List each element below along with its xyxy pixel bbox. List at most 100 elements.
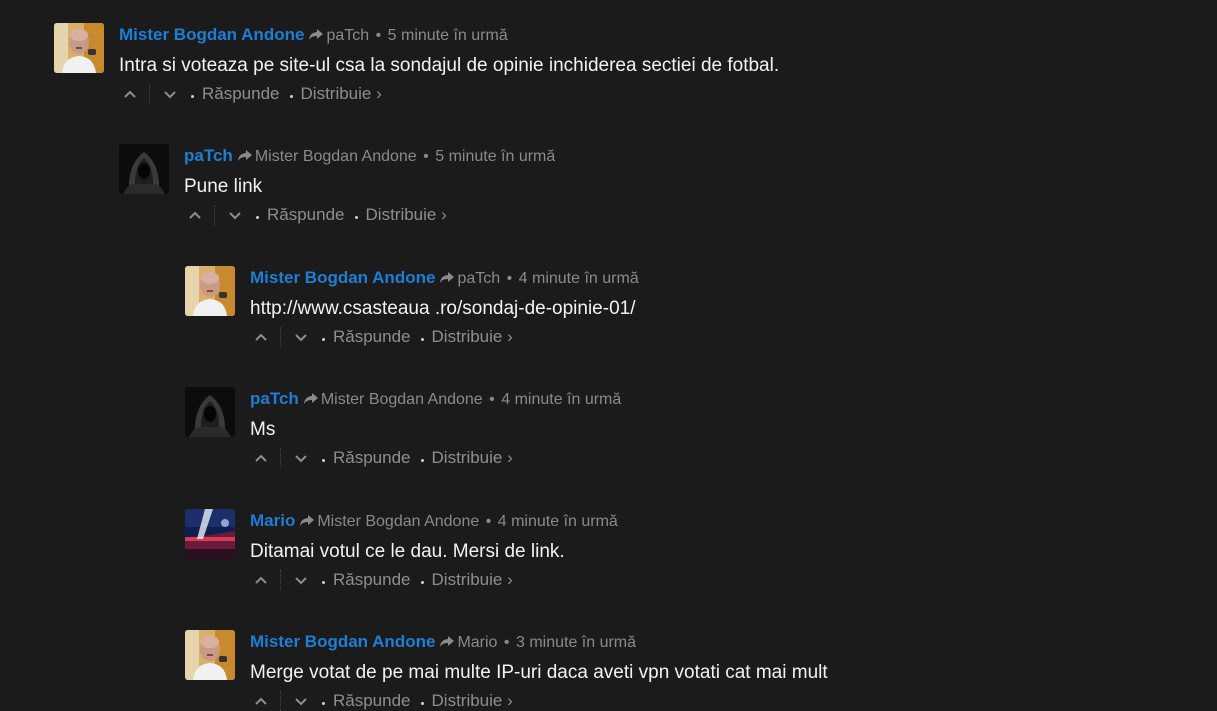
author-name[interactable]: paTch	[250, 389, 299, 408]
chevron-down-icon	[293, 572, 309, 588]
parent-author[interactable]: paTch	[457, 270, 500, 287]
author-name[interactable]: Mister Bogdan Andone	[250, 268, 435, 287]
separator-dot	[289, 94, 293, 98]
avatar[interactable]	[185, 509, 235, 559]
share-arrow-icon	[308, 26, 324, 42]
timestamp[interactable]: 5 minute în urmă	[388, 27, 508, 44]
vote-divider	[280, 327, 282, 347]
reply-button[interactable]: Răspunde	[333, 326, 411, 348]
comment-actions: Răspunde Distribuie ›	[184, 204, 1084, 226]
reply-button[interactable]: Răspunde	[202, 83, 280, 105]
reply-button[interactable]: Răspunde	[333, 569, 411, 591]
share-button[interactable]: Distribuie ›	[432, 447, 513, 469]
separator-dot	[420, 701, 424, 705]
parent-author[interactable]: Mister Bogdan Andone	[317, 513, 479, 530]
author-name[interactable]: Mister Bogdan Andone	[119, 25, 304, 44]
share-button[interactable]: Distribuie ›	[366, 204, 447, 226]
reply-button[interactable]: Răspunde	[333, 690, 411, 711]
chevron-up-icon	[187, 207, 203, 223]
comment-header: paTch Mister Bogdan Andone • 4 minute în …	[250, 387, 1150, 412]
separator-dot	[420, 458, 424, 462]
separator-dot	[322, 337, 325, 341]
separator-dot: •	[503, 634, 510, 651]
comment-actions: Răspunde Distribuie ›	[250, 326, 1150, 348]
upvote-button[interactable]	[250, 569, 272, 591]
separator-dot	[256, 215, 259, 219]
comment-actions: Răspunde Distribuie ›	[119, 83, 1019, 105]
upvote-button[interactable]	[250, 690, 272, 711]
timestamp[interactable]: 4 minute în urmă	[519, 270, 639, 287]
share-arrow-icon	[439, 269, 455, 285]
downvote-button[interactable]	[290, 326, 312, 348]
chevron-up-icon	[253, 450, 269, 466]
avatar[interactable]	[185, 630, 235, 680]
comment-header: paTch Mister Bogdan Andone • 5 minute în …	[184, 144, 1084, 169]
downvote-button[interactable]	[290, 690, 312, 711]
parent-author[interactable]: Mister Bogdan Andone	[255, 148, 417, 165]
share-button[interactable]: Distribuie ›	[432, 690, 513, 711]
avatar[interactable]	[54, 23, 104, 73]
separator-dot: •	[485, 513, 492, 530]
chevron-up-icon	[253, 572, 269, 588]
vote-divider	[149, 84, 151, 104]
separator-dot: •	[489, 391, 495, 408]
avatar[interactable]	[185, 387, 235, 437]
vote-divider	[214, 205, 216, 225]
share-arrow-icon	[303, 390, 319, 406]
comment-message: http://www.csasteaua .ro/sondaj-de-opini…	[250, 298, 636, 319]
downvote-button[interactable]	[290, 569, 312, 591]
parent-author[interactable]: paTch	[326, 27, 369, 44]
comment-message: Merge votat de pe mai multe IP-uri daca …	[250, 662, 828, 683]
timestamp[interactable]: 4 minute în urmă	[498, 513, 618, 530]
author-name[interactable]: Mister Bogdan Andone	[250, 632, 435, 651]
author-name[interactable]: Mario	[250, 511, 295, 530]
comment-header: Mister Bogdan Andone paTch • 4 minute în …	[250, 266, 1150, 291]
comment-body: Mister Bogdan Andone paTch • 5 minute în …	[119, 23, 1019, 105]
comment-header: Mister Bogdan Andone paTch • 5 minute în …	[119, 23, 1019, 48]
upvote-button[interactable]	[250, 326, 272, 348]
timestamp[interactable]: 4 minute în urmă	[501, 391, 621, 408]
chevron-down-icon	[293, 450, 309, 466]
comment-body: Mister Bogdan Andone paTch • 4 minute în …	[250, 266, 1150, 348]
separator-dot	[322, 580, 325, 584]
comment-actions: Răspunde Distribuie ›	[250, 690, 1150, 711]
separator-dot: •	[423, 148, 429, 165]
reply-button[interactable]: Răspunde	[267, 204, 345, 226]
parent-author[interactable]: Mister Bogdan Andone	[321, 391, 483, 408]
comment-header: Mister Bogdan Andone Mario • 3 minute în …	[250, 630, 1150, 655]
comment-actions: Răspunde Distribuie ›	[250, 447, 1150, 469]
chevron-up-icon	[253, 329, 269, 345]
share-arrow-icon	[237, 147, 253, 163]
comment-header: Mario Mister Bogdan Andone • 4 minute în …	[250, 509, 1150, 534]
share-arrow-icon	[439, 633, 455, 649]
avatar[interactable]	[185, 266, 235, 316]
parent-author[interactable]: Mario	[457, 634, 497, 651]
share-button[interactable]: Distribuie ›	[432, 326, 513, 348]
timestamp[interactable]: 5 minute în urmă	[435, 148, 555, 165]
chevron-up-icon	[253, 693, 269, 709]
comment-message: Pune link	[184, 176, 263, 197]
upvote-button[interactable]	[119, 83, 141, 105]
bald-man-avatar-icon	[185, 630, 235, 680]
timestamp[interactable]: 3 minute în urmă	[516, 634, 636, 651]
comment-body: paTch Mister Bogdan Andone • 5 minute în …	[184, 144, 1084, 226]
chevron-down-icon	[293, 329, 309, 345]
downvote-button[interactable]	[224, 204, 246, 226]
separator-dot	[420, 337, 424, 341]
separator-dot	[191, 94, 194, 98]
upvote-button[interactable]	[184, 204, 206, 226]
share-arrow-icon	[299, 512, 315, 528]
hooded-figure-avatar-icon	[185, 387, 235, 437]
chevron-up-icon	[122, 86, 138, 102]
separator-dot	[322, 701, 325, 705]
upvote-button[interactable]	[250, 447, 272, 469]
author-name[interactable]: paTch	[184, 146, 233, 165]
separator-dot	[354, 215, 358, 219]
downvote-button[interactable]	[290, 447, 312, 469]
share-button[interactable]: Distribuie ›	[432, 569, 513, 591]
downvote-button[interactable]	[159, 83, 181, 105]
reply-button[interactable]: Răspunde	[333, 447, 411, 469]
avatar[interactable]	[119, 144, 169, 194]
share-button[interactable]: Distribuie ›	[301, 83, 382, 105]
comment-message: Intra si voteaza pe site-ul csa la sonda…	[119, 55, 780, 76]
